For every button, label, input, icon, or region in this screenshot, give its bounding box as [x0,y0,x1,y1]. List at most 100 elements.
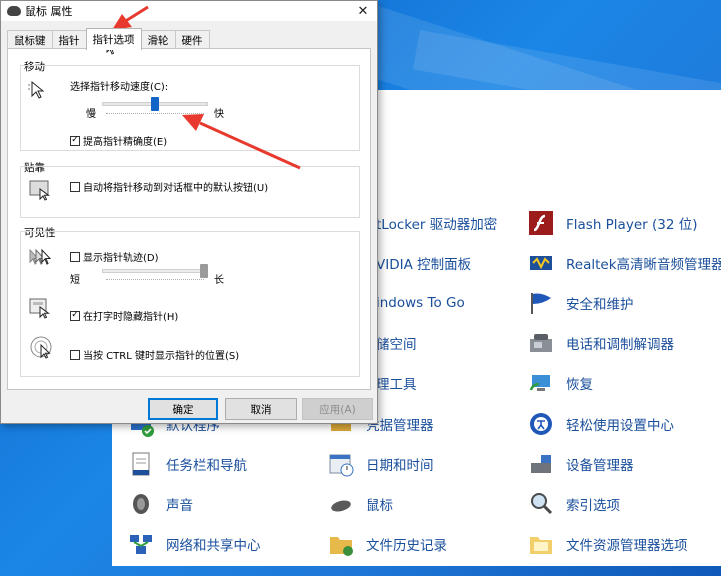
hide-checkbox-box[interactable]: ✓ [70,310,80,321]
cp-item-admin-tools[interactable]: 理工具 [376,363,417,403]
cp-item-nvidia[interactable]: VIDIA 控制面板 [376,243,471,283]
speed-slider-ticks [106,113,204,116]
tab-pointer-options[interactable]: 指针选项 [85,28,142,50]
snap-to-icon [28,177,54,206]
cp-item-label: 任务栏和导航 [166,458,247,474]
hide-pointer-icon [28,297,54,326]
cp-item-indexing[interactable]: 索引选项 [526,484,620,524]
cp-item-label: 理工具 [376,377,417,393]
taskbar-icon [126,449,156,479]
hide-while-typing-checkbox[interactable]: ✓ 在打字时隐藏指针(H) [70,308,178,323]
ease-of-access-icon [526,409,556,439]
trail-slider-track [102,269,208,273]
precision-label: 提高指针精确度(E) [83,137,168,148]
title-bar[interactable]: 鼠标 属性 ✕ [1,1,377,21]
folder-options-icon [526,529,556,559]
trail-slider-ticks [106,279,204,282]
speed-label: 选择指针移动速度(C): [70,82,169,93]
cp-item-sound[interactable]: 声音 [126,484,193,524]
cancel-button[interactable]: 取消 [225,398,297,420]
cp-item-device-manager[interactable]: 设备管理器 [526,444,634,484]
tab-pointers[interactable]: 指针 [51,30,87,49]
cp-item-label: 轻松使用设置中心 [566,418,674,434]
cp-item-mouse[interactable]: 鼠标 [326,484,393,524]
speed-slider-thumb[interactable] [151,97,159,111]
cp-item-label: 电话和调制解调器 [566,337,674,353]
cp-item-bitlocker[interactable]: tLocker 驱动器加密 [376,203,497,243]
pointer-speed-icon [28,79,52,106]
short-label: 短 [70,275,80,286]
phone-icon [526,328,556,358]
dialog-title: 鼠标 属性 [25,5,73,18]
cp-item-label: VIDIA 控制面板 [376,257,472,273]
cp-item-label: 日期和时间 [366,458,434,474]
cp-item-phone-modem[interactable]: 电话和调制解调器 [526,323,674,363]
calendar-clock-icon [326,449,356,479]
device-manager-icon [526,449,556,479]
long-label: 长 [214,275,224,286]
realtek-audio-icon [526,248,556,278]
mouse-properties-dialog: 鼠标 属性 ✕ 鼠标键 指针 指针选项 滑轮 硬件 移动 选择指针移动速度(C)… [0,0,378,424]
cp-item-label: 安全和维护 [566,297,634,313]
trails-label: 显示指针轨迹(D) [83,253,159,264]
check-icon: ✓ [71,135,79,145]
cp-item-label: tLocker 驱动器加密 [376,217,498,233]
mouse-icon [326,489,356,519]
precision-checkbox-box[interactable]: ✓ [70,135,80,146]
cp-item-label: 恢复 [566,377,593,393]
cp-item-recovery[interactable]: 恢复 [526,363,593,403]
cp-item-label: 声音 [166,498,193,514]
tab-buttons[interactable]: 鼠标键 [7,30,53,49]
close-icon[interactable]: ✕ [349,1,377,21]
cp-item-flash-player[interactable]: Flash Player (32 位) [526,203,697,243]
trails-checkbox[interactable]: 显示指针轨迹(D) [70,249,159,264]
tab-hardware[interactable]: 硬件 [174,30,210,49]
flash-icon [526,208,556,238]
ok-button[interactable]: 确定 [148,398,218,420]
pointer-options-panel: 移动 选择指针移动速度(C): 慢 快 ✓ 提高指针精确度(E) 贴靠 自动将指… [7,48,371,390]
cp-item-windows-to-go[interactable]: indows To Go [376,283,465,323]
folder-clock-icon [326,529,356,559]
cp-item-taskbar[interactable]: 任务栏和导航 [126,444,247,484]
slow-label: 慢 [86,109,96,120]
cp-item-label: 文件历史记录 [366,538,447,554]
pointer-trails-icon [28,246,54,273]
cp-item-explorer-options[interactable]: 文件资源管理器选项 [526,524,688,564]
cp-item-label: 文件资源管理器选项 [566,538,688,554]
snap-label: 自动将指针移动到对话框中的默认按钮(U) [83,183,269,194]
trail-slider-thumb[interactable] [200,264,208,278]
precision-checkbox[interactable]: ✓ 提高指针精确度(E) [70,133,167,148]
snap-checkbox-box[interactable] [70,181,80,192]
cp-item-realtek[interactable]: Realtek高清晰音频管理器 [526,243,721,283]
magnifier-icon [526,489,556,519]
tab-wheel[interactable]: 滑轮 [140,30,176,49]
check-icon: ✓ [71,310,79,320]
cp-item-security[interactable]: 安全和维护 [526,283,634,323]
network-icon [126,529,156,559]
trails-checkbox-box[interactable] [70,251,80,262]
ctrl-label: 当按 CTRL 键时显示指针的位置(S) [83,351,240,362]
fast-label: 快 [214,109,224,120]
cp-item-label: 网络和共享中心 [166,538,261,554]
mouse-app-icon [7,6,21,16]
cp-item-file-history[interactable]: 文件历史记录 [326,524,447,564]
hide-label: 在打字时隐藏指针(H) [83,312,179,323]
ctrl-locate-checkbox[interactable]: 当按 CTRL 键时显示指针的位置(S) [70,347,239,362]
cp-item-network[interactable]: 网络和共享中心 [126,524,261,564]
cp-item-ease-of-access[interactable]: 轻松使用设置中心 [526,404,674,444]
tab-strip: 鼠标键 指针 指针选项 滑轮 硬件 [7,28,210,50]
cp-item-label: 设备管理器 [566,458,634,474]
cp-item-label: 索引选项 [566,498,620,514]
apply-button[interactable]: 应用(A) [302,398,373,420]
recovery-icon [526,368,556,398]
cp-item-label: 鼠标 [366,498,393,514]
cp-item-label: indows To Go [376,295,465,311]
cp-item-storage-spaces[interactable]: 储空间 [376,323,417,363]
snap-checkbox[interactable]: 自动将指针移动到对话框中的默认按钮(U) [70,179,268,194]
ctrl-checkbox-box[interactable] [70,349,80,360]
ctrl-locate-icon [30,336,56,365]
cp-item-label: Flash Player (32 位) [566,217,698,233]
speaker-icon [126,489,156,519]
cp-item-date-time[interactable]: 日期和时间 [326,444,434,484]
cp-item-label: 储空间 [376,337,417,353]
